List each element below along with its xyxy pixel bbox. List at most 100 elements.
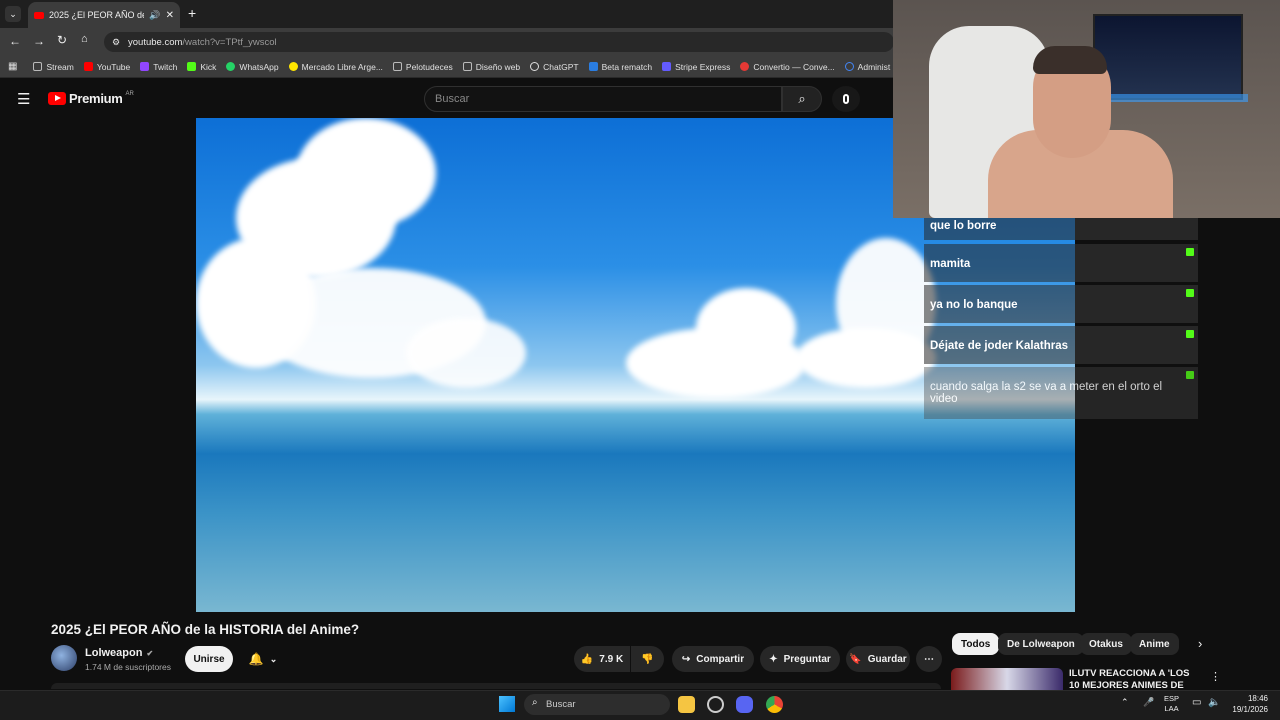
tray-chevron-up-icon[interactable]: ⌃ bbox=[1121, 697, 1129, 708]
file-explorer-icon[interactable] bbox=[678, 696, 695, 713]
chat-message-extension bbox=[1075, 244, 1198, 282]
join-button[interactable]: Unirse bbox=[185, 646, 233, 672]
bookmark-mercadolibre[interactable]: Mercado Libre Arge... bbox=[288, 62, 383, 72]
chrome-icon[interactable] bbox=[766, 696, 783, 713]
bookmark-diseno-web[interactable]: Diseño web bbox=[462, 62, 520, 72]
ask-button[interactable]: ✦ Preguntar bbox=[760, 646, 840, 672]
twitch-icon bbox=[140, 62, 150, 71]
keyboard-language[interactable]: ESP LAA bbox=[1164, 694, 1179, 714]
sparkle-icon: ✦ bbox=[769, 653, 778, 665]
volume-icon[interactable]: 🔈 bbox=[1208, 697, 1220, 708]
speaker-icon[interactable]: 🔊 bbox=[149, 10, 160, 21]
kick-icon bbox=[187, 62, 197, 71]
search-input[interactable]: Buscar bbox=[424, 86, 782, 112]
site-info-icon[interactable]: ⚙ bbox=[112, 37, 120, 48]
kick-badge-icon bbox=[1186, 371, 1194, 379]
notification-bell-button[interactable]: 🔔 ⌄ bbox=[240, 646, 286, 672]
bookmark-stripe[interactable]: Stripe Express bbox=[662, 62, 730, 72]
search-button[interactable]: ⌕ bbox=[782, 86, 822, 112]
windows-start-icon[interactable] bbox=[499, 696, 515, 712]
new-tab-button[interactable]: + bbox=[188, 5, 196, 21]
tray-mic-icon[interactable]: 🎤 bbox=[1143, 697, 1154, 708]
forward-icon[interactable]: → bbox=[33, 34, 45, 48]
bookmark-beta-rematch[interactable]: Beta rematch bbox=[588, 62, 652, 72]
bookmark-whatsapp[interactable]: WhatsApp bbox=[226, 62, 279, 72]
chat-username bbox=[930, 289, 1069, 299]
clock[interactable]: 18:46 19/1/2026 bbox=[1226, 693, 1268, 715]
discord-icon[interactable] bbox=[736, 696, 753, 713]
tab-search-button[interactable]: ⌄ bbox=[5, 6, 21, 22]
chat-username bbox=[930, 330, 1078, 340]
home-icon[interactable]: ⌂ bbox=[81, 33, 88, 45]
bookmark-pelotudeces[interactable]: Pelotudeces bbox=[392, 62, 453, 72]
bookmark-icon: 🔖 bbox=[849, 653, 862, 665]
tab-close-icon[interactable]: ✕ bbox=[166, 10, 174, 21]
webcam-overlay bbox=[893, 0, 1280, 218]
url-path: /watch?v=TPtf_ywscol bbox=[182, 36, 277, 48]
bell-icon: 🔔 bbox=[248, 652, 264, 666]
recording-app-icon[interactable] bbox=[707, 696, 724, 713]
taskbar-search[interactable]: Buscar bbox=[524, 694, 670, 715]
clock-time: 18:46 bbox=[1247, 694, 1268, 703]
menu-icon[interactable]: ☰ bbox=[17, 90, 30, 108]
microphone-icon bbox=[843, 94, 849, 104]
share-icon: ↪ bbox=[681, 653, 691, 665]
chat-message: que lo borre bbox=[924, 218, 1075, 240]
chip-anime[interactable]: Anime bbox=[1130, 633, 1179, 655]
bookmark-twitch[interactable]: Twitch bbox=[140, 62, 177, 72]
bookmark-chatgpt[interactable]: ChatGPT bbox=[530, 62, 579, 72]
next-video-title[interactable]: ILUTV REACCIONA A 'LOS 10 MEJORES ANIMES… bbox=[1069, 668, 1199, 690]
thumbs-up-icon: 👍 bbox=[580, 653, 594, 665]
whatsapp-icon bbox=[226, 62, 236, 71]
next-video-menu-icon[interactable]: ⋮ bbox=[1210, 670, 1221, 683]
convertio-icon bbox=[740, 62, 750, 71]
chat-message: ya no lo banque bbox=[924, 285, 1075, 323]
verified-icon: ✔ bbox=[146, 648, 154, 658]
folder-icon bbox=[462, 62, 472, 71]
apps-icon[interactable]: ▦ bbox=[8, 61, 17, 72]
chip-all[interactable]: Todos bbox=[952, 633, 1000, 655]
bookmark-convertio[interactable]: Convertio — Conve... bbox=[740, 62, 835, 72]
subscriber-count: 1.74 M de suscriptores bbox=[85, 662, 171, 672]
bookmark-kick[interactable]: Kick bbox=[187, 62, 216, 72]
youtube-favicon-icon bbox=[34, 11, 44, 19]
like-button[interactable]: 👍 7.9 K bbox=[574, 646, 630, 672]
kick-badge-icon bbox=[1186, 248, 1194, 256]
browser-tab-active[interactable]: 2025 ¿El PEOR AÑO de la H 🔊 ✕ bbox=[28, 2, 180, 28]
folder-icon bbox=[392, 62, 402, 71]
more-icon: ⋯ bbox=[924, 653, 934, 665]
chat-message-extension bbox=[1075, 326, 1198, 364]
chevron-right-icon[interactable]: › bbox=[1198, 636, 1202, 651]
youtube-icon bbox=[83, 62, 93, 71]
meta-icon bbox=[844, 62, 854, 71]
clock-date: 19/1/2026 bbox=[1232, 705, 1268, 714]
youtube-logo[interactable]: Premium AR bbox=[48, 91, 134, 106]
more-actions-button[interactable]: ⋯ bbox=[916, 646, 942, 672]
network-icon[interactable]: ▭ bbox=[1192, 697, 1201, 708]
stripe-icon bbox=[662, 62, 672, 71]
rematch-icon bbox=[588, 62, 598, 71]
logo-region: AR bbox=[125, 91, 134, 97]
chat-username bbox=[930, 248, 1069, 258]
bookmark-stream[interactable]: Stream bbox=[33, 62, 74, 72]
next-video-thumbnail[interactable] bbox=[951, 668, 1063, 690]
chat-message: cuando salga la s2 se va a meter en el o… bbox=[924, 367, 1198, 419]
chat-message: mamita bbox=[924, 244, 1075, 282]
url-bar[interactable]: ⚙ youtube.com/watch?v=TPtf_ywscol bbox=[104, 32, 894, 52]
url-host: youtube.com bbox=[128, 36, 183, 48]
channel-name[interactable]: Lolweapon ✔ bbox=[85, 647, 153, 659]
dislike-button[interactable]: 👎 bbox=[631, 646, 664, 672]
bookmark-administ[interactable]: Administ bbox=[844, 62, 890, 72]
save-button[interactable]: 🔖 Guardar bbox=[846, 646, 910, 672]
search-icon: ⌕ bbox=[798, 91, 806, 106]
chip-channel[interactable]: De Lolweapon bbox=[998, 633, 1084, 655]
channel-avatar[interactable] bbox=[51, 645, 77, 671]
bookmark-youtube[interactable]: YouTube bbox=[83, 62, 130, 72]
reload-icon[interactable]: ↻ bbox=[57, 33, 67, 47]
video-title: 2025 ¿El PEOR AÑO de la HISTORIA del Ani… bbox=[51, 622, 360, 637]
voice-search-button[interactable] bbox=[832, 86, 860, 112]
chip-otakus[interactable]: Otakus bbox=[1080, 633, 1132, 655]
back-icon[interactable]: ← bbox=[9, 34, 21, 48]
taskbar-search-icon: ⌕ bbox=[532, 697, 538, 708]
share-button[interactable]: ↪ Compartir bbox=[672, 646, 754, 672]
